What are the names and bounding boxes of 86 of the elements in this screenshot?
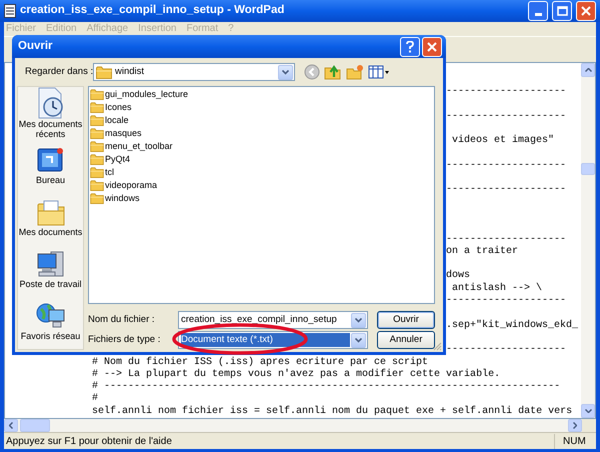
maximize-button[interactable] (552, 1, 572, 21)
file-type-label: Fichiers de type : (88, 332, 162, 347)
file-name-label: Nom du fichier : (88, 312, 156, 327)
folder-item[interactable]: Icones (105, 103, 132, 112)
folder-item[interactable]: gui_modules_lecture (105, 90, 188, 99)
dropdown-button[interactable] (278, 64, 293, 80)
place-item[interactable]: Bureau (18, 139, 83, 191)
caret-icon (355, 318, 362, 322)
folder-item[interactable]: PyQt4 (105, 155, 130, 164)
caret-icon (355, 338, 362, 342)
text-line: .sep+"kit_windows_ekd_ (446, 320, 578, 331)
file-type-value: Document texte (*.txt) (181, 333, 350, 347)
scroll-right-button[interactable] (568, 419, 582, 432)
clock-document-icon (36, 87, 66, 119)
folder-item[interactable]: windows (105, 194, 140, 203)
folder-icon (90, 180, 104, 191)
scroll-left-button[interactable] (4, 419, 18, 432)
dropdown-button[interactable] (351, 332, 366, 348)
file-type-combo[interactable]: Document texte (*.txt) (178, 331, 368, 349)
folder-icon (90, 115, 104, 126)
folder-icon (90, 102, 104, 113)
folder-icon (96, 66, 112, 78)
folder-item[interactable]: masques (105, 129, 142, 138)
folder-icon (90, 89, 104, 100)
folder-icon (90, 128, 104, 139)
scroll-thumb[interactable] (581, 163, 595, 175)
cancel-button[interactable]: Annuler (377, 331, 435, 349)
text-line: -------------------- (446, 184, 566, 196)
scroll-down-button[interactable] (581, 404, 595, 418)
text-line: videos et images" (451, 135, 554, 146)
dialog-title: Ouvrir (18, 38, 54, 54)
place-item[interactable]: Poste de travail (18, 243, 83, 295)
vertical-scrollbar[interactable] (581, 63, 595, 418)
text-line: -------------------- (446, 344, 566, 356)
resize-grip-icon (433, 342, 442, 351)
folder-up-icon[interactable] (324, 64, 342, 80)
scroll-thumb[interactable] (20, 419, 50, 432)
computer-icon (36, 249, 66, 279)
text-line: -------------------- (446, 86, 566, 97)
scroll-up-button[interactable] (581, 63, 595, 77)
text-line: -------------------- (446, 110, 566, 122)
back-icon[interactable] (304, 64, 320, 80)
folder-item[interactable]: menu_et_toolbar (105, 142, 173, 151)
folder-item[interactable]: locale (105, 116, 129, 125)
place-item[interactable]: Mes documents (18, 191, 83, 243)
look-in-combo[interactable]: windist (93, 63, 295, 81)
text-line: # (92, 393, 98, 404)
folder-icon (90, 154, 104, 165)
new-folder-icon[interactable] (346, 64, 364, 80)
close-button[interactable] (576, 1, 596, 21)
file-name-field[interactable]: creation_iss_exe_compil_inno_setup (178, 311, 368, 329)
folder-icon (90, 141, 104, 152)
text-line: -------------------- (446, 234, 566, 245)
dropdown-button[interactable] (351, 312, 366, 328)
text-line: # Nom du fichier ISS (.iss) apres ecriture par ce script (92, 356, 428, 368)
folder-icon (90, 167, 104, 178)
text-line: -------------------- (446, 160, 566, 171)
folder-icon (90, 193, 104, 204)
view-menu-icon[interactable] (368, 64, 390, 80)
help-icon (406, 40, 414, 52)
place-item[interactable]: Mes documents récents (18, 87, 83, 139)
place-item[interactable]: Favoris réseau (18, 295, 83, 347)
status-message: Appuyez sur F1 pour obtenir de l'aide (6, 434, 173, 448)
maximize-icon (556, 6, 568, 16)
folder-item[interactable]: tcl (105, 168, 114, 177)
text-line: on a traiter (446, 246, 518, 257)
folder-item[interactable]: videoporama (105, 181, 158, 190)
minimize-button[interactable] (528, 1, 548, 21)
caret-icon (282, 70, 289, 74)
open-button[interactable]: Ouvrir (377, 311, 435, 329)
text-line: self.annli nom fichier iss = self.annli nom du paquet exe + self.annli date vers (92, 406, 572, 417)
minimize-icon (534, 13, 542, 16)
text-line: -------------------- (446, 295, 566, 306)
close-icon (581, 6, 591, 16)
close-icon (427, 42, 437, 52)
text-line: antislash --> \ (451, 282, 542, 294)
text-line: # --> La plupart du temps vous n'avez pas a modifier cette variable. (92, 368, 500, 380)
help-button[interactable] (400, 36, 420, 56)
status-indicator: NUM (554, 434, 594, 448)
text-line: dows (446, 270, 470, 282)
horizontal-scrollbar[interactable] (4, 419, 582, 432)
window-title: creation_iss_exe_compil_inno_setup - WordPad (20, 3, 286, 18)
text-line: # ---------------------------------------------------------------------------- (92, 381, 560, 392)
document-icon (4, 4, 16, 18)
look-in-label: Regarder dans : (24, 64, 93, 79)
close-button[interactable] (422, 36, 442, 56)
